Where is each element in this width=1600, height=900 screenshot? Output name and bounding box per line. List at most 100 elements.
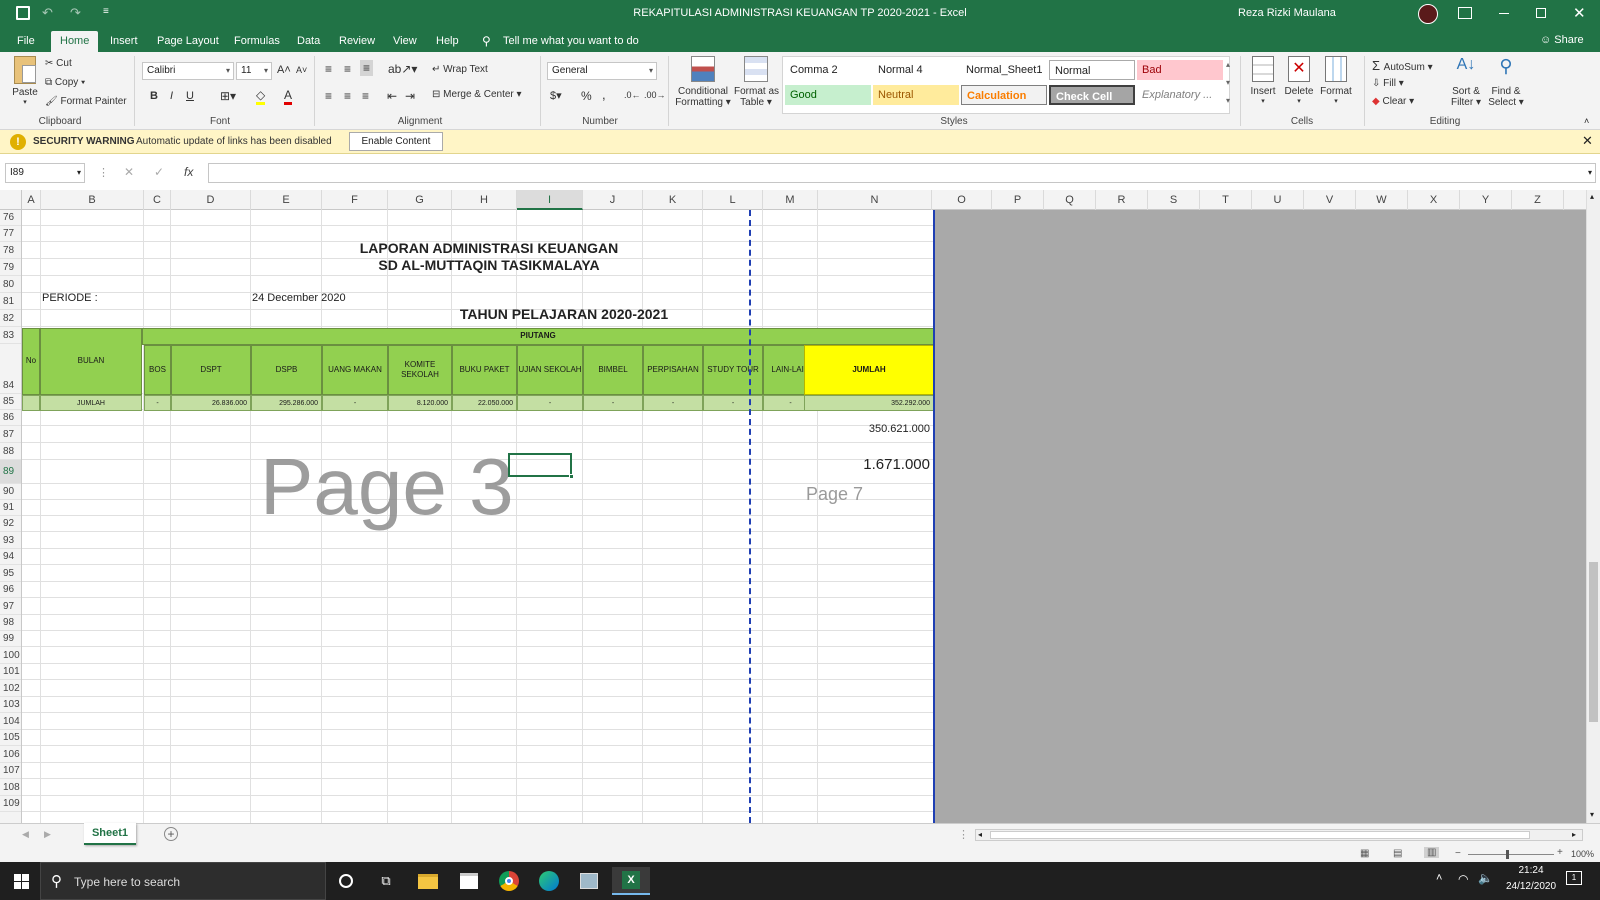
autosum-button[interactable]: Σ AutoSum ▾ bbox=[1372, 58, 1433, 73]
row-header-85[interactable]: 85 bbox=[0, 394, 21, 410]
page-layout-view-icon[interactable]: ▤ bbox=[1393, 848, 1402, 859]
row-header-81[interactable]: 81 bbox=[0, 293, 21, 310]
cancel-entry-icon[interactable]: ✕ bbox=[124, 165, 134, 179]
style-normal-sheet1[interactable]: Normal_Sheet1 bbox=[961, 60, 1047, 80]
store-icon[interactable] bbox=[454, 867, 484, 895]
row-header-87[interactable]: 87 bbox=[0, 426, 21, 443]
italic-button[interactable]: I bbox=[170, 90, 173, 102]
sort-filter-button[interactable]: A↓ Sort & Filter ▾ bbox=[1448, 56, 1484, 108]
avatar[interactable] bbox=[1418, 4, 1438, 24]
row-header-99[interactable]: 99 bbox=[0, 631, 21, 647]
align-left-icon[interactable]: ≡ bbox=[325, 89, 332, 103]
selected-cell[interactable] bbox=[508, 453, 574, 479]
tab-formulas[interactable]: Formulas bbox=[225, 31, 289, 52]
bold-button[interactable]: B bbox=[150, 90, 158, 102]
excel-taskbar-icon[interactable]: X bbox=[612, 867, 650, 895]
tab-home[interactable]: Home bbox=[51, 31, 99, 52]
column-header-z[interactable]: Z bbox=[1512, 190, 1564, 210]
row-header-86[interactable]: 86 bbox=[0, 410, 21, 426]
percent-button[interactable]: % bbox=[581, 89, 592, 103]
h-scroll-thumb[interactable] bbox=[990, 831, 1530, 839]
splitter-icon[interactable]: ⋮ bbox=[958, 828, 969, 841]
row-header-76[interactable]: 76 bbox=[0, 210, 21, 226]
font-name-select[interactable]: Calibri ▾ bbox=[142, 62, 234, 80]
confirm-entry-icon[interactable]: ✓ bbox=[154, 165, 164, 179]
column-header-a[interactable]: A bbox=[22, 190, 41, 210]
page-break-view-icon[interactable]: ▥ bbox=[1424, 847, 1440, 858]
column-header-x[interactable]: X bbox=[1408, 190, 1460, 210]
network-icon[interactable]: ◠ bbox=[1458, 872, 1468, 886]
row-header-84[interactable]: 84 bbox=[0, 344, 21, 394]
row-header-109[interactable]: 109 bbox=[0, 796, 21, 812]
normal-view-icon[interactable]: ▦ bbox=[1360, 848, 1369, 859]
style-good[interactable]: Good bbox=[785, 85, 871, 105]
notepad-icon[interactable] bbox=[574, 867, 604, 895]
align-center-icon[interactable]: ≡ bbox=[344, 89, 351, 103]
collapse-ribbon-icon[interactable]: ˄ bbox=[1584, 116, 1589, 126]
column-header-j[interactable]: J bbox=[583, 190, 643, 210]
style-neutral[interactable]: Neutral bbox=[873, 85, 959, 105]
fill-color-icon[interactable]: ◇ bbox=[256, 88, 266, 105]
column-header-s[interactable]: S bbox=[1148, 190, 1200, 210]
file-explorer-icon[interactable] bbox=[413, 867, 443, 895]
format-painter-button[interactable]: 🖌 Format Painter bbox=[45, 96, 127, 107]
row-header-91[interactable]: 91 bbox=[0, 500, 21, 516]
column-header-d[interactable]: D bbox=[171, 190, 251, 210]
task-view-icon[interactable]: ⧉ bbox=[371, 867, 401, 895]
align-bottom-icon[interactable]: ≡ bbox=[360, 60, 374, 76]
row-header-77[interactable]: 77 bbox=[0, 226, 21, 242]
enable-content-button[interactable]: Enable Content bbox=[349, 132, 443, 151]
share-button[interactable]: ☺ Share bbox=[1540, 34, 1584, 46]
row-header-98[interactable]: 98 bbox=[0, 615, 21, 631]
scroll-thumb[interactable] bbox=[1589, 562, 1598, 722]
format-cells-button[interactable]: Format ▾ bbox=[1318, 56, 1354, 105]
column-header-h[interactable]: H bbox=[452, 190, 517, 210]
increase-indent-icon[interactable]: ⇥ bbox=[405, 89, 415, 103]
orientation-icon[interactable]: ab↗▾ bbox=[388, 62, 417, 76]
edge-icon[interactable] bbox=[534, 867, 564, 895]
row-header-83[interactable]: 83 bbox=[0, 327, 21, 344]
number-format-select[interactable]: General ▾ bbox=[547, 62, 657, 80]
column-header-f[interactable]: F bbox=[322, 190, 388, 210]
taskbar-search-box[interactable]: ⚲ Type here to search bbox=[40, 862, 326, 900]
font-size-select[interactable]: 11 ▾ bbox=[236, 62, 272, 80]
underline-button[interactable]: U bbox=[186, 90, 194, 102]
notification-icon[interactable]: 1 bbox=[1566, 871, 1582, 885]
row-header-106[interactable]: 106 bbox=[0, 746, 21, 763]
scroll-right-icon[interactable]: ▸ bbox=[1572, 830, 1576, 839]
column-header-q[interactable]: Q bbox=[1044, 190, 1096, 210]
insert-function-button[interactable]: fx bbox=[184, 165, 193, 179]
clock-time[interactable]: 21:24 bbox=[1504, 865, 1558, 876]
sheet-tab-sheet1[interactable]: Sheet1 bbox=[84, 823, 136, 845]
wrap-text-button[interactable]: ↵ Wrap Text bbox=[432, 64, 488, 75]
conditional-formatting-button[interactable]: Conditional Formatting ▾ bbox=[673, 56, 733, 108]
select-all-corner[interactable] bbox=[0, 190, 22, 210]
row-header-108[interactable]: 108 bbox=[0, 779, 21, 796]
column-header-u[interactable]: U bbox=[1252, 190, 1304, 210]
tab-view[interactable]: View bbox=[384, 31, 426, 52]
row-header-107[interactable]: 107 bbox=[0, 763, 21, 779]
row-header-82[interactable]: 82 bbox=[0, 310, 21, 327]
horizontal-scrollbar[interactable]: ◂ ▸ bbox=[975, 829, 1583, 841]
column-header-k[interactable]: K bbox=[643, 190, 703, 210]
borders-icon[interactable]: ⊞▾ bbox=[220, 89, 236, 103]
row-header-88[interactable]: 88 bbox=[0, 443, 21, 460]
name-box[interactable]: I89 ▾ bbox=[5, 163, 85, 183]
accounting-icon[interactable]: $▾ bbox=[550, 89, 562, 102]
minimize-icon[interactable] bbox=[1499, 13, 1509, 14]
paste-button[interactable]: Paste ▾ bbox=[8, 56, 42, 106]
comma-button[interactable]: , bbox=[602, 87, 606, 102]
row-header-104[interactable]: 104 bbox=[0, 713, 21, 730]
zoom-out-icon[interactable]: − bbox=[1455, 848, 1461, 859]
row-header-103[interactable]: 103 bbox=[0, 697, 21, 713]
grow-font-icon[interactable]: A˄ bbox=[277, 64, 291, 76]
merge-center-button[interactable]: ⊟ Merge & Center ▾ bbox=[432, 89, 522, 100]
row-header-101[interactable]: 101 bbox=[0, 664, 21, 680]
fill-button[interactable]: ⇩ Fill ▾ bbox=[1372, 78, 1404, 89]
volume-icon[interactable]: 🔈 bbox=[1478, 871, 1493, 885]
tell-me-input[interactable]: Tell me what you want to do bbox=[503, 35, 639, 47]
row-header-79[interactable]: 79 bbox=[0, 259, 21, 276]
prev-sheet-icon[interactable]: ◀ bbox=[22, 829, 29, 840]
column-header-m[interactable]: M bbox=[763, 190, 818, 210]
decrease-indent-icon[interactable]: ⇤ bbox=[387, 89, 397, 103]
